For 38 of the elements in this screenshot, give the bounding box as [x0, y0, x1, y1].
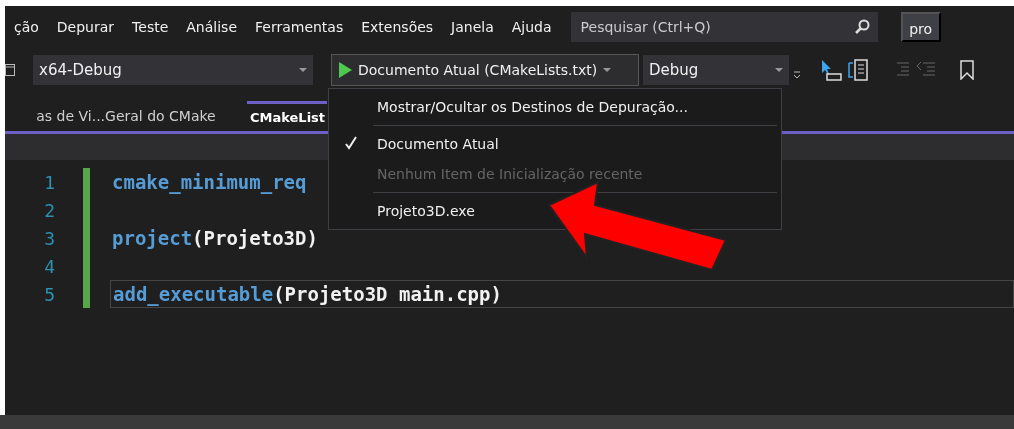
search-box[interactable]: Pesquisar (Ctrl+Q) [570, 12, 878, 42]
search-icon[interactable] [853, 19, 870, 35]
checkmark-icon [345, 136, 357, 150]
menu-item[interactable]: Mostrar/Ocultar os Destinos de Depuração... [329, 92, 781, 122]
line-number: 1 [43, 170, 55, 195]
caret-icon [299, 67, 307, 73]
line-number: 2 [43, 198, 55, 223]
step-into-icon[interactable] [819, 59, 843, 81]
line-number: 3 [43, 226, 55, 251]
menu-item[interactable]: Depurar [47, 16, 124, 38]
menu-item[interactable]: Extensões [352, 16, 443, 38]
account-button[interactable]: pro [900, 12, 941, 42]
code-line: project(Projeto3D) [112, 225, 318, 251]
caret-icon [775, 67, 783, 73]
menu-item: Nenhum Item de Inicialização recente [376, 164, 644, 184]
configuration-dropdown[interactable]: Debug [643, 55, 789, 85]
menu-item[interactable]: ção [5, 16, 48, 38]
code-line: add_executable(Projeto3D main.cpp) [113, 281, 502, 308]
window-icon[interactable] [5, 63, 15, 77]
line-number: 5 [43, 282, 55, 307]
menu-item[interactable]: Ferramentas [246, 16, 353, 38]
search-field[interactable]: Pesquisar (Ctrl+Q) [578, 15, 854, 39]
menu-item[interactable]: Janela [442, 16, 503, 38]
bookmark-icon[interactable] [959, 60, 975, 80]
caret-icon [603, 67, 612, 73]
document-tab[interactable]: as de Vi...Geral do CMake [5, 99, 247, 131]
platform-dropdown[interactable]: x64-Debug [33, 55, 313, 85]
menu-item[interactable]: Análise [177, 16, 246, 38]
play-icon [338, 62, 352, 78]
overflow-icon[interactable] [793, 71, 801, 81]
start-debug-button[interactable]: Documento Atual (CMakeLists.txt) [331, 54, 639, 86]
menu-item[interactable]: Projeto3D.exe [329, 196, 781, 226]
document-icon[interactable] [847, 59, 869, 81]
menu-item[interactable]: Documento Atual [329, 129, 781, 159]
code-line: cmake_minimum_req [112, 169, 307, 196]
line-number: 4 [43, 254, 55, 279]
menu-item[interactable]: Ajuda [502, 16, 561, 38]
menu-item[interactable]: Teste [123, 16, 178, 38]
